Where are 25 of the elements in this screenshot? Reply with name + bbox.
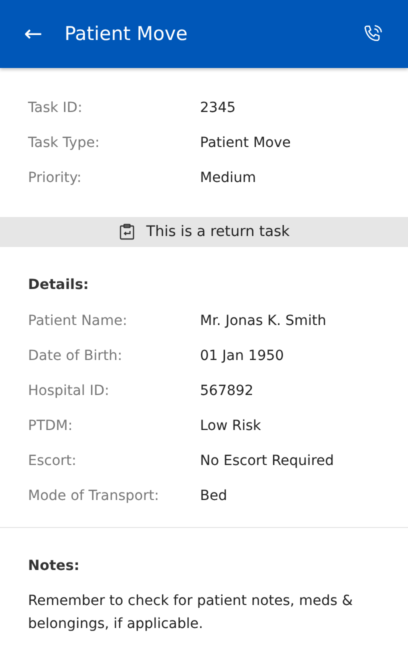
screen-title: Patient Move <box>64 23 189 45</box>
section-heading: Notes: <box>28 557 80 576</box>
field-value: 01 Jan 1950 <box>200 348 284 364</box>
field-label: Task Type: <box>28 134 101 150</box>
field-value: Mr. Jonas K. Smith <box>200 312 326 328</box>
field-label: Priority: <box>28 170 83 186</box>
field-label: Escort: <box>28 452 78 468</box>
field-value: No Escort Required <box>200 452 334 468</box>
field-value: Medium <box>200 170 256 186</box>
field-value: Patient Move <box>200 134 291 150</box>
notes-text: Remember to check for patient notes, meds & belongings, if applicable. <box>28 592 354 634</box>
back-button[interactable]: ← <box>24 22 42 46</box>
banner-text: This is a return task <box>146 224 290 240</box>
field-label: Task ID: <box>28 100 84 116</box>
field-label: Date of Birth: <box>28 348 124 364</box>
field-value: Low Risk <box>200 418 262 434</box>
clipboard-return-icon <box>118 223 136 241</box>
field-value: 2345 <box>200 100 236 116</box>
field-label: Mode of Transport: <box>28 488 160 504</box>
field-label: Hospital ID: <box>28 382 110 398</box>
field-label: Patient Name: <box>28 312 128 328</box>
section-heading: Details: <box>28 276 90 295</box>
field-value: 567892 <box>200 382 254 398</box>
field-label: PTDM: <box>28 418 74 434</box>
field-value: Bed <box>200 488 228 504</box>
